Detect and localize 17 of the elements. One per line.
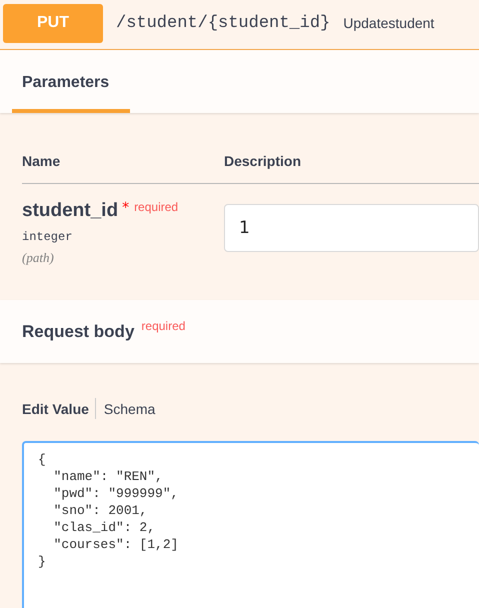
request-body-title: Request body	[22, 322, 134, 342]
column-header: Name	[22, 153, 62, 169]
parameter-name: student_id	[22, 200, 118, 222]
parameter-input[interactable]: 1	[224, 204, 479, 252]
required-label: required	[134, 200, 178, 214]
code-editor-field[interactable]: { "name": "REN", "pwd": "999999", "sno": 2001, "clas_id": 2, "courses": [1,2] }	[22, 441, 479, 608]
parameter-type: integer	[22, 230, 74, 244]
parameters-tab[interactable]: Parameters	[12, 74, 130, 113]
method-badge: PUT	[3, 4, 103, 42]
edit-value-tab[interactable]: Edit Value	[22, 400, 89, 416]
schema-tab[interactable]: Schema	[104, 400, 156, 416]
required-label: required	[141, 319, 186, 333]
required-asterisk: *	[122, 200, 130, 216]
endpoint-path: /student/{student_id}	[116, 14, 330, 32]
endpoint-summary: Updatestudent	[343, 15, 434, 31]
parameter-location: (path)	[22, 250, 55, 266]
column-header: Description	[224, 153, 302, 169]
